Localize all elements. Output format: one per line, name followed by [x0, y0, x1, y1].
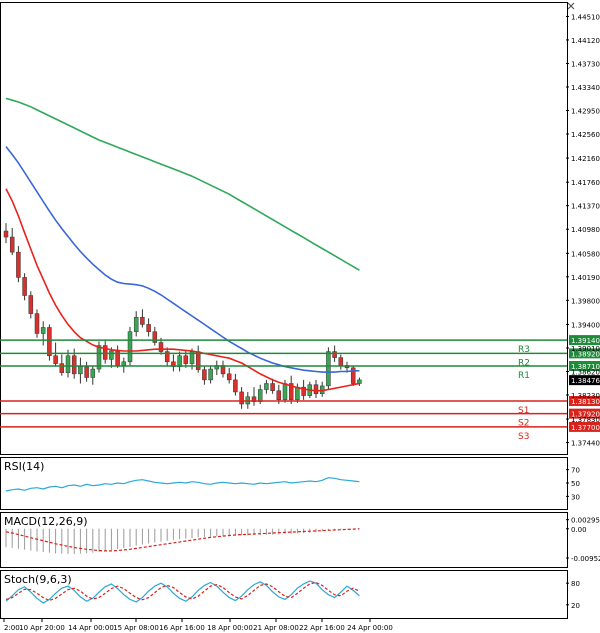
candle-body [264, 383, 269, 390]
stoch-title: Stoch(9,6,3) [4, 573, 72, 586]
time-tick-label: 18 Apr 00:00 [207, 624, 253, 632]
candle-body [239, 391, 244, 405]
rsi-tick-label: 70 [571, 467, 580, 475]
candle-body [9, 236, 15, 253]
stoch-tick-label: 20 [571, 602, 580, 610]
level-price-S3: 1.37700 [571, 424, 600, 432]
candle-body [78, 366, 83, 375]
candle-body [177, 355, 182, 367]
candle-body [22, 277, 27, 296]
time-tick-label: 22 Apr 16:00 [299, 624, 345, 632]
rsi-tick-label: 30 [571, 493, 580, 501]
candle-body [28, 295, 34, 314]
macd-tick-label: 0.002952 [571, 517, 600, 525]
last-price-label: 1.38476 [571, 377, 600, 385]
time-tick-label: 15 Apr 08:00 [113, 624, 159, 632]
candle-body [313, 384, 319, 395]
candle-body [121, 361, 127, 366]
candle-body [90, 368, 96, 378]
level-price-R3: 1.39140 [571, 337, 600, 345]
candle-body [202, 369, 207, 381]
price-tick-label: 1.44510 [571, 13, 600, 21]
price-tick-label: 1.43340 [571, 84, 600, 92]
candle-body [326, 351, 331, 387]
price-tick-label: 1.39010 [571, 345, 600, 353]
stoch-tick-label: 80 [571, 580, 580, 588]
price-tick-label: 1.44120 [571, 37, 600, 45]
candle-body [276, 390, 282, 401]
candle-body [195, 351, 201, 370]
candle-body [295, 386, 300, 401]
candle-body [233, 379, 238, 393]
level-label-R1: R1 [518, 371, 530, 381]
candle-body [34, 313, 40, 334]
forex-chart: R31.39140R21.38920R11.38710S11.38130S21.… [0, 0, 600, 633]
candle-body [208, 368, 213, 381]
candle-body [16, 251, 21, 278]
chart-background [0, 0, 600, 633]
candle-body [158, 342, 164, 352]
candle-body [127, 331, 133, 363]
candle-body [338, 357, 344, 366]
price-tick-label: 1.39400 [571, 321, 600, 329]
macd-title: MACD(12,26,9) [4, 515, 88, 528]
candle-body [257, 389, 263, 402]
candle-body [71, 355, 77, 375]
time-tick-label: 24 Apr 00:00 [347, 624, 393, 632]
rsi-title: RSI(14) [4, 460, 44, 473]
candle-body [65, 355, 71, 373]
price-tick-label: 1.39800 [571, 297, 600, 305]
candle-body [332, 351, 337, 358]
candle-body [133, 316, 139, 332]
candle-body [3, 230, 9, 238]
price-tick-label: 1.38230 [571, 392, 600, 400]
price-tick-label: 1.41760 [571, 179, 600, 187]
candle-body [59, 363, 65, 373]
candle-body [40, 327, 46, 334]
price-tick-label: 1.42560 [571, 131, 600, 139]
candle-body [140, 316, 145, 325]
level-label-R2: R2 [518, 358, 530, 368]
price-tick-label: 1.37830 [571, 416, 600, 424]
candle-body [282, 383, 288, 401]
level-label-S1: S1 [518, 406, 529, 416]
price-tick-label: 1.43730 [571, 60, 600, 68]
rsi-tick-label: 50 [571, 480, 580, 488]
candle-body [226, 373, 232, 381]
price-tick-label: 1.40190 [571, 274, 600, 282]
candle-body [270, 383, 275, 391]
price-tick-label: 1.42160 [571, 155, 600, 163]
time-tick-label: 21 Apr 08:00 [253, 624, 299, 632]
candle-body [53, 355, 58, 364]
price-tick-label: 1.40980 [571, 226, 600, 234]
time-tick-label: 14 Apr 00:00 [68, 624, 114, 632]
price-tick-label: 1.41370 [571, 203, 600, 211]
time-tick-label: 2:00 [4, 624, 20, 632]
candle-body [146, 324, 151, 332]
candle-body [183, 355, 189, 364]
candle-body [84, 366, 89, 378]
candle-body [47, 327, 52, 357]
time-tick-label: 10 Apr 20:00 [19, 624, 65, 632]
candle-body [152, 331, 158, 343]
level-label-S3: S3 [518, 432, 529, 442]
time-tick-label: 16 Apr 16:00 [159, 624, 205, 632]
macd-tick-label: -0.009528 [571, 555, 600, 563]
price-tick-label: 1.42950 [571, 107, 600, 115]
candle-body [109, 350, 114, 360]
price-tick-label: 1.40580 [571, 250, 600, 258]
price-tick-label: 1.37440 [571, 440, 600, 448]
macd-tick-label: 0.00 [571, 526, 587, 534]
